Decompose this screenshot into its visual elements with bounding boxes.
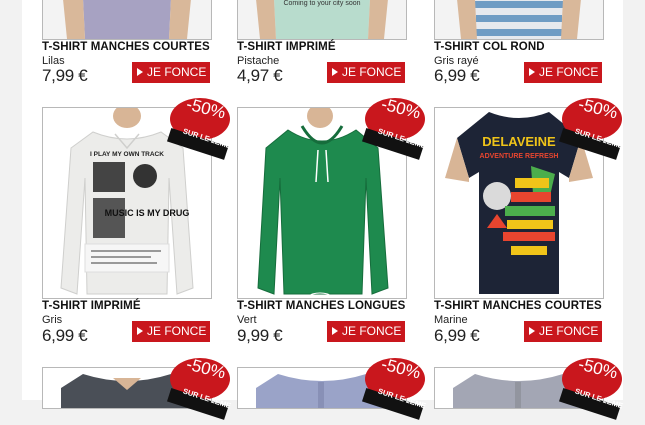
product-title: T-SHIRT MANCHES COURTES — [434, 300, 602, 312]
product-price: 6,99 € — [434, 326, 480, 345]
je-fonce-button[interactable]: JE FONCE — [524, 321, 602, 342]
button-label: JE FONCE — [539, 324, 599, 338]
product-title: T-SHIRT MANCHES COURTES — [42, 41, 210, 53]
product-sheet: T-SHIRT MANCHES COURTES Lilas 7,99 € JE … — [22, 0, 624, 420]
button-label: JE FONCE — [342, 324, 402, 338]
product-price: 7,99 € — [42, 66, 88, 85]
tshirt-print: DELAVEINE — [482, 134, 556, 149]
tshirt-print-2: ADVENTURE REFRESH — [480, 153, 559, 160]
je-fonce-button[interactable]: JE FONCE — [327, 321, 405, 342]
tshirt-print-2: MUSIC IS MY DRUG — [105, 208, 190, 218]
product-color: Vert — [237, 314, 257, 326]
product-price: 9,99 € — [237, 326, 283, 345]
play-icon — [137, 68, 143, 76]
product-color: Marine — [434, 314, 468, 326]
product-photo[interactable]: Coming to your city soon — [237, 0, 407, 40]
play-icon — [529, 327, 535, 335]
play-icon — [529, 68, 535, 76]
je-fonce-button[interactable]: JE FONCE — [524, 62, 602, 83]
product-photo[interactable] — [42, 0, 212, 40]
play-icon — [332, 327, 338, 335]
play-icon — [137, 327, 143, 335]
product-price: 6,99 € — [434, 66, 480, 85]
play-icon — [332, 68, 338, 76]
button-label: JE FONCE — [539, 65, 599, 79]
product-title: T-SHIRT COL ROND — [434, 41, 545, 53]
product-title: T-SHIRT IMPRIMÉ — [237, 41, 336, 53]
je-fonce-button[interactable]: JE FONCE — [132, 62, 210, 83]
button-label: JE FONCE — [342, 65, 402, 79]
product-price: 4,97 € — [237, 66, 283, 85]
button-label: JE FONCE — [147, 65, 207, 79]
product-color: Gris — [42, 314, 63, 326]
product-photo[interactable] — [434, 0, 604, 40]
je-fonce-button[interactable]: JE FONCE — [132, 321, 210, 342]
product-title: T-SHIRT IMPRIMÉ — [42, 300, 141, 312]
product-price: 6,99 € — [42, 326, 88, 345]
tshirt-print: I PLAY MY OWN TRACK — [90, 151, 164, 158]
je-fonce-button[interactable]: JE FONCE — [327, 62, 405, 83]
button-label: JE FONCE — [147, 324, 207, 338]
product-title: T-SHIRT MANCHES LONGUES — [237, 300, 406, 312]
tshirt-print: Coming to your city soon — [283, 0, 360, 7]
